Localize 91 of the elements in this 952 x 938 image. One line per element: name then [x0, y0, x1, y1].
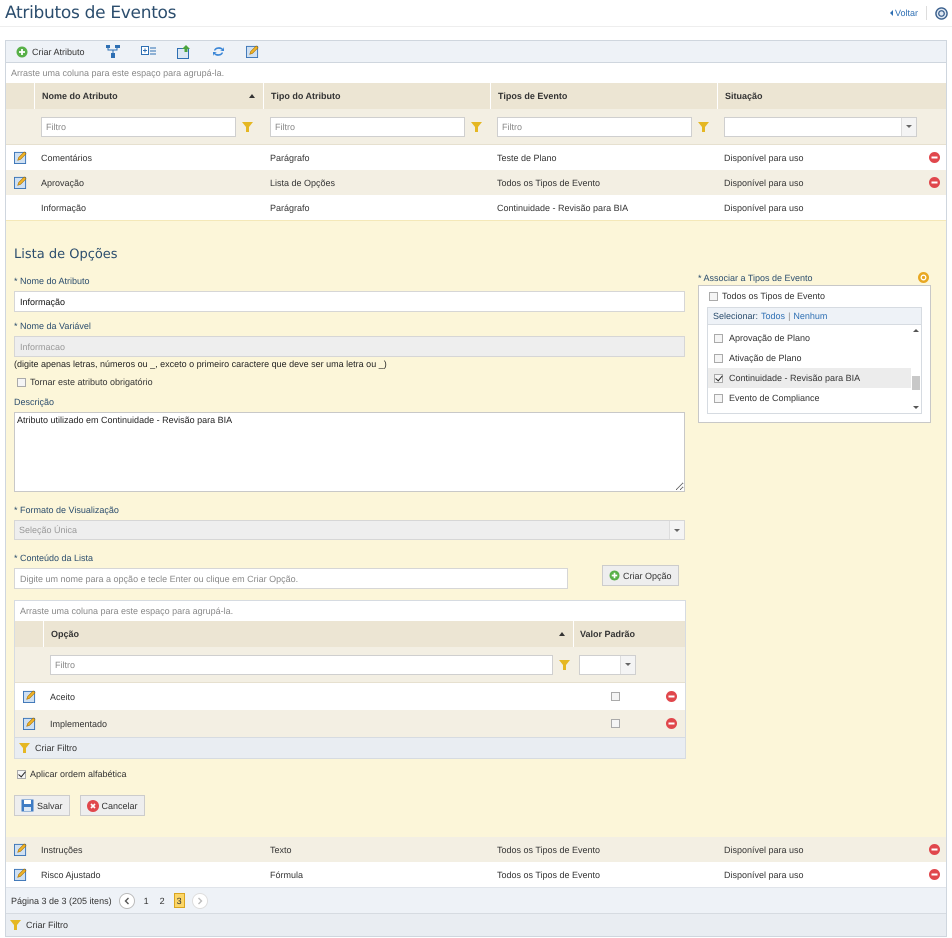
checkbox-label: Todos os Tipos de Evento: [722, 291, 826, 301]
filter-icon: [19, 743, 30, 753]
event-type-item[interactable]: Continuidade - Revisão para BIA: [708, 368, 911, 388]
select-all-link[interactable]: Todos: [761, 311, 786, 321]
checkbox[interactable]: [610, 719, 620, 728]
checkbox[interactable]: [709, 292, 718, 300]
edit-icon[interactable]: [14, 868, 26, 881]
table-cell-text: Fórmula: [269, 868, 304, 882]
edit-icon[interactable]: [22, 690, 36, 703]
page-title: Atributos de Eventos: [5, 3, 176, 23]
create-filter-button[interactable]: Criar Filtro: [10, 920, 68, 930]
delete-icon[interactable]: [928, 869, 940, 880]
table-cell-text: Comentários: [40, 152, 94, 164]
table-cell-text: Informação: [40, 202, 88, 215]
table-cell-text: Aceito: [49, 690, 76, 704]
delete-icon[interactable]: [928, 177, 940, 188]
table-cell-text: Continuidade - Revisão para BIA: [496, 202, 630, 215]
table-cell-text: Disponível para uso: [723, 152, 805, 165]
description-field[interactable]: Atributo utilizado em Continuidade - Revisão para BIA: [14, 412, 685, 492]
table-cell-text: Texto: [269, 844, 293, 856]
export-icon[interactable]: [176, 44, 191, 58]
page-button[interactable]: 3: [174, 893, 185, 908]
checkbox[interactable]: [610, 692, 620, 701]
table-cell-text: Teste de Plano: [496, 152, 558, 164]
refresh-icon[interactable]: [212, 45, 225, 58]
add-icon: [16, 46, 28, 58]
checkbox-label: Aplicar ordem alfabética: [30, 769, 127, 779]
table-cell-text: Lista de Opções: [269, 176, 336, 190]
back-link[interactable]: Voltar: [890, 8, 918, 18]
field-label: * Associar a Tipos de Evento: [698, 272, 813, 282]
field-label: Descrição: [14, 397, 56, 407]
help-icon[interactable]: [935, 6, 948, 20]
previous-page-icon[interactable]: [118, 892, 135, 908]
save-button[interactable]: Salvar: [14, 795, 70, 816]
event-type-item[interactable]: Evento de Compliance: [708, 388, 911, 408]
field-hint: (digite apenas letras, números ou _, exceto o primeiro caractere que deve ser uma letra ou _): [14, 359, 388, 369]
edit-icon[interactable]: [246, 45, 259, 58]
filter-icon: [10, 920, 21, 930]
form-heading: Lista de Opções: [14, 247, 119, 262]
expand-list-icon[interactable]: [140, 46, 156, 57]
filter-field[interactable]: Filtro: [497, 116, 692, 136]
cancel-icon: [86, 800, 99, 812]
select-none-link[interactable]: Nenhum: [793, 311, 828, 321]
table-cell-text: Disponível para uso: [723, 844, 805, 857]
group-drop-area: Arraste uma coluna para este espaço para agrupá-la.: [15, 601, 685, 621]
hierarchy-icon[interactable]: [106, 45, 120, 58]
filter-field[interactable]: Filtro: [50, 654, 553, 674]
separator: |: [788, 311, 790, 321]
field-label: * Nome do Atributo: [14, 276, 91, 286]
page-button[interactable]: 1: [142, 893, 151, 908]
delete-icon[interactable]: [666, 691, 676, 702]
delete-icon[interactable]: [928, 844, 940, 855]
attribute-name-field[interactable]: Informação: [14, 291, 685, 312]
table-cell-text: Disponível para uso: [723, 176, 805, 190]
edit-icon[interactable]: [14, 176, 26, 189]
table-cell-text: Instruções: [40, 844, 84, 857]
page-button[interactable]: 2: [158, 893, 167, 908]
field-label: * Formato de Visualização: [14, 505, 120, 515]
select-label: Selecionar:: [713, 311, 758, 321]
edit-icon[interactable]: [14, 843, 26, 856]
event-type-item[interactable]: Ativação de Plano: [708, 348, 911, 368]
table-cell-text: Parágrafo: [269, 152, 311, 165]
create-option-button[interactable]: Criar Opção: [602, 565, 679, 586]
pager-summary: Página 3 de 3 (205 itens): [11, 896, 112, 906]
save-icon: [21, 799, 34, 812]
table-cell-text: Risco Ajustado: [40, 868, 102, 882]
create-attribute-button[interactable]: Criar Atributo: [16, 46, 85, 58]
checkbox[interactable]: [17, 770, 26, 778]
checkbox[interactable]: [17, 378, 26, 386]
filter-field[interactable]: Filtro: [270, 116, 465, 136]
add-icon: [609, 570, 620, 581]
table-cell-text: Disponível para uso: [723, 202, 805, 215]
table-cell-text: Disponível para uso: [723, 868, 805, 882]
field-label: * Conteúdo da Lista: [14, 553, 94, 563]
table-cell-text: Aprovação: [40, 176, 86, 190]
cancel-button[interactable]: Cancelar: [80, 795, 145, 816]
option-name-field[interactable]: Digite um nome para a opção e tecle Enter ou clique em Criar Opção.: [14, 568, 568, 589]
table-cell-text: Implementado: [49, 718, 108, 731]
table-cell-text: Todos os Tipos de Evento: [496, 176, 602, 190]
filter-field[interactable]: Filtro: [41, 116, 236, 136]
delete-icon[interactable]: [928, 152, 940, 163]
field-label: * Nome da Variável: [14, 321, 92, 331]
delete-icon[interactable]: [666, 718, 676, 729]
create-filter-button[interactable]: Criar Filtro: [19, 743, 77, 753]
edit-icon[interactable]: [22, 717, 36, 730]
edit-icon[interactable]: [14, 151, 26, 164]
table-cell-text: Parágrafo: [269, 202, 311, 215]
event-type-item[interactable]: Aprovação de Plano: [708, 328, 911, 348]
checkbox-label: Tornar este atributo obrigatório: [30, 377, 153, 387]
table-cell-text: Todos os Tipos de Evento: [496, 868, 602, 882]
table-cell-text: Todos os Tipos de Evento: [496, 844, 602, 857]
